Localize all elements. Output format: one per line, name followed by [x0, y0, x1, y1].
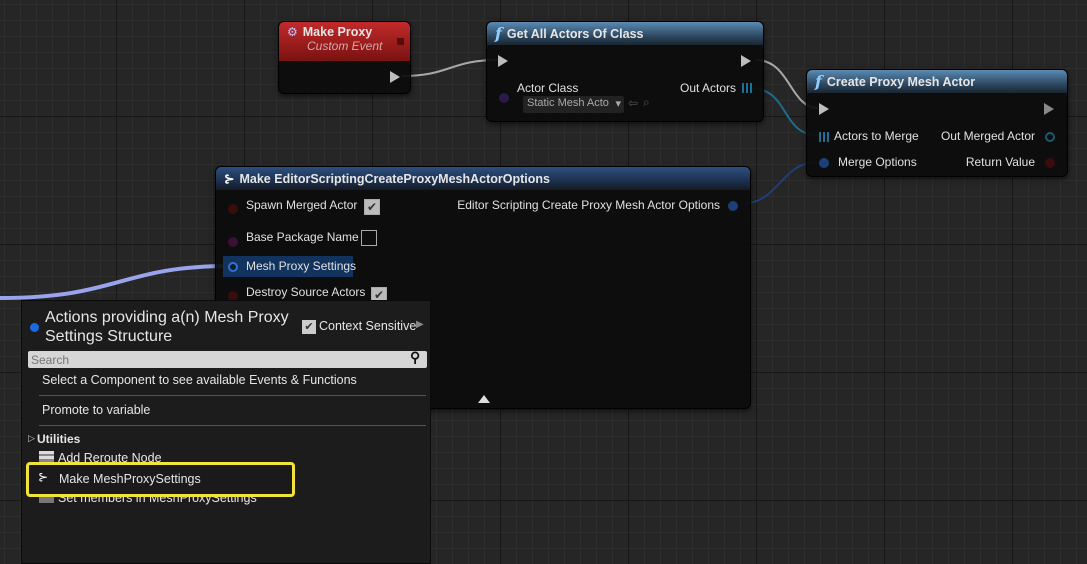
- exec-out-pin[interactable]: [741, 55, 751, 67]
- highlight-box[interactable]: ⊱ Make MeshProxySettings: [26, 462, 295, 497]
- array-pin-icon[interactable]: [819, 132, 829, 142]
- chevron-down-icon: ▾: [615, 98, 621, 110]
- actor-class-pin[interactable]: [499, 93, 509, 103]
- out-merged-actor-pin[interactable]: [1045, 132, 1055, 142]
- context-sensitive-label[interactable]: Context Sensitive: [319, 319, 416, 333]
- make-struct-icon: ⊱: [224, 172, 235, 186]
- merge-options-pin[interactable]: [819, 158, 829, 168]
- exec-out-pin[interactable]: [390, 71, 400, 83]
- struct-pin-icon: [30, 323, 39, 332]
- browse-icon[interactable]: ⌕: [643, 95, 650, 110]
- context-sensitive-checkbox[interactable]: ✔: [302, 320, 316, 334]
- spawn-merged-actor-checkbox[interactable]: ✔: [364, 199, 380, 215]
- make-struct-icon: ⊱: [38, 470, 49, 484]
- return-value-pin[interactable]: [1045, 158, 1055, 168]
- expand-triangle-icon[interactable]: ▷: [28, 433, 35, 444]
- mesh-proxy-wire: [0, 264, 231, 300]
- node-title: Make EditorScriptingCreateProxyMeshActor…: [239, 171, 550, 186]
- delegate-pin[interactable]: [397, 38, 404, 45]
- divider: [39, 425, 426, 426]
- function-icon: f: [495, 24, 502, 43]
- exec-wire: [401, 59, 499, 77]
- event-icon: ⚙: [287, 25, 298, 39]
- node-title: Create Proxy Mesh Actor: [826, 74, 976, 89]
- spawn-merged-actor-pin[interactable]: [228, 204, 238, 214]
- category-utilities[interactable]: Utilities: [37, 432, 80, 446]
- exec-in-pin[interactable]: [498, 55, 508, 67]
- actors-to-merge-label: Actors to Merge: [834, 129, 919, 143]
- destroy-source-actors-label: Destroy Source Actors: [246, 285, 366, 299]
- use-selected-icon[interactable]: ⇦: [628, 96, 638, 110]
- search-icon: ⚲: [410, 349, 421, 365]
- get-all-actors-node[interactable]: f Get All Actors Of Class Actor Class Sta…: [486, 21, 764, 122]
- base-package-name-checkbox[interactable]: [361, 230, 377, 246]
- mesh-proxy-settings-label: Mesh Proxy Settings: [246, 259, 357, 273]
- actor-class-label: Actor Class: [517, 81, 579, 95]
- out-actors-label: Out Actors: [680, 81, 737, 95]
- base-package-name-pin[interactable]: [228, 237, 238, 247]
- node-title: Make Proxy: [302, 25, 373, 39]
- node-subtitle: Custom Event: [307, 39, 383, 53]
- chevron-right-icon[interactable]: ▶: [416, 319, 424, 330]
- exec-in-pin[interactable]: [819, 103, 829, 115]
- node-title: Get All Actors Of Class: [506, 26, 644, 41]
- action-menu: Actions providing a(n) Mesh Proxy Settin…: [21, 300, 431, 564]
- make-proxy-node[interactable]: ⚙ Make Proxy Custom Event: [278, 21, 411, 94]
- menu-item-promote-to-variable[interactable]: Promote to variable: [42, 403, 150, 417]
- menu-item-select-component[interactable]: Select a Component to see available Even…: [42, 373, 357, 387]
- out-merged-actor-label: Out Merged Actor: [940, 129, 1035, 143]
- menu-title: Actions providing a(n) Mesh Proxy Settin…: [45, 309, 289, 345]
- base-package-name-label: Base Package Name: [246, 230, 359, 244]
- expand-arrow-icon[interactable]: [478, 395, 490, 403]
- spawn-merged-actor-label: Spawn Merged Actor: [246, 198, 358, 212]
- create-proxy-mesh-actor-node[interactable]: f Create Proxy Mesh Actor Actors to Merge…: [806, 69, 1068, 177]
- actor-class-dropdown[interactable]: Static Mesh Acto ▾: [523, 96, 624, 113]
- mesh-proxy-settings-pin[interactable]: [228, 262, 238, 272]
- search-input[interactable]: [28, 351, 427, 368]
- divider: [39, 395, 426, 396]
- function-icon: f: [815, 72, 822, 91]
- output-label: Editor Scripting Create Proxy Mesh Actor…: [457, 198, 720, 212]
- merge-options-label: Merge Options: [838, 155, 917, 169]
- menu-item-make-meshproxysettings[interactable]: Make MeshProxySettings: [59, 472, 201, 486]
- array-pin-icon[interactable]: [742, 83, 752, 93]
- return-value-label: Return Value: [965, 155, 1035, 169]
- output-pin[interactable]: [728, 201, 738, 211]
- exec-out-pin[interactable]: [1044, 103, 1054, 115]
